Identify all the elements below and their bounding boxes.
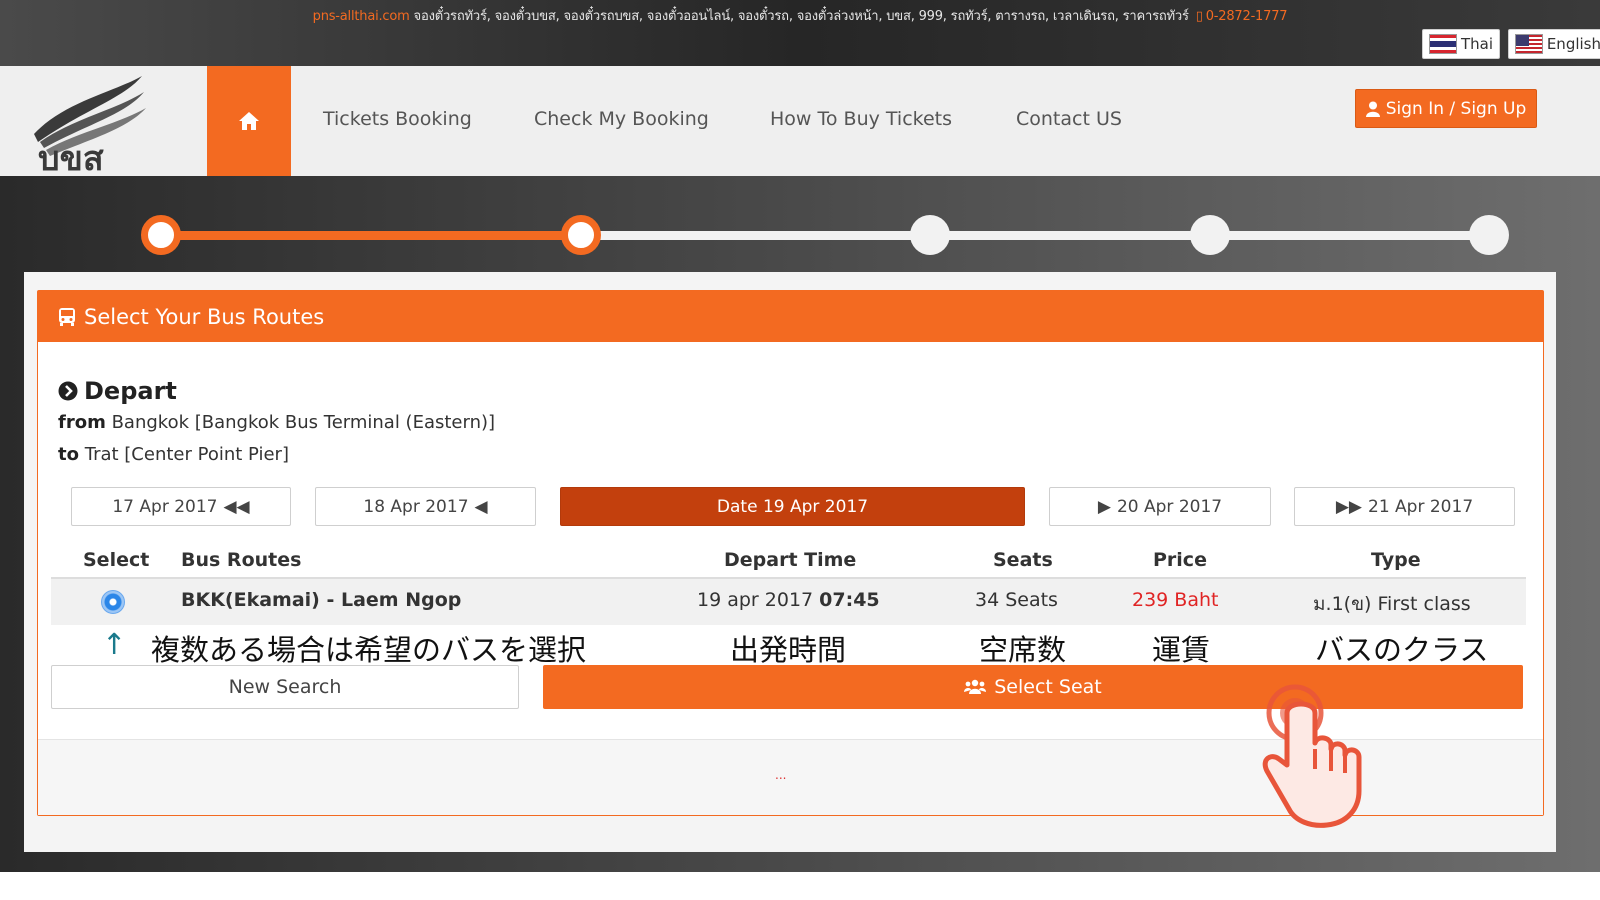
seats-available: 34 Seats [975, 589, 1058, 611]
from-label: from [58, 412, 106, 433]
to-value: Trat [Center Point Pier] [84, 444, 289, 465]
annotation-seats: 空席数 [979, 633, 1067, 667]
site-link[interactable]: pns-allthai.com [313, 9, 410, 24]
card-title: Select Your Bus Routes [84, 304, 325, 329]
date-prev-2-label: 17 Apr 2017 [112, 496, 218, 517]
route-radio[interactable] [101, 590, 125, 614]
date-prev-1-label: 18 Apr 2017 [363, 496, 469, 517]
tagline: จองตั๋วรถทัวร์, จองตั๋วบขส, จองตั๋วรถบขส… [413, 9, 1189, 24]
home-button[interactable] [207, 66, 291, 176]
annotation-time: 出発時間 [730, 633, 847, 667]
progress-step-4 [1190, 215, 1230, 255]
from-line: from Bangkok [Bangkok Bus Terminal (East… [58, 412, 495, 433]
sign-in-button[interactable]: Sign In / Sign Up [1355, 89, 1537, 128]
lang-english-button[interactable]: English [1508, 29, 1600, 59]
lang-thai-label: Thai [1460, 35, 1493, 53]
header-seats: Seats [993, 549, 1053, 571]
top-bar: pns-allthai.com จองตั๋วรถทัวร์, จองตั๋วบ… [0, 0, 1600, 66]
to-label: to [58, 444, 79, 465]
annotation-price: 運賃 [1152, 633, 1211, 667]
to-line: to Trat [Center Point Pier] [58, 444, 289, 465]
loading-dots: ... [775, 768, 787, 782]
header-price: Price [1153, 549, 1207, 571]
top-bar-text: pns-allthai.com จองตั๋วรถทัวร์, จองตั๋วบ… [0, 5, 1600, 26]
thai-flag-icon [1429, 34, 1457, 54]
lang-english-label: English [1546, 35, 1600, 53]
date-next-1-button[interactable]: ▶ 20 Apr 2017 [1049, 487, 1271, 526]
depart-heading: Depart [58, 377, 177, 405]
user-icon [1365, 101, 1380, 117]
logo-text: บขส [38, 139, 104, 172]
phone-icon: ▯ [1195, 9, 1203, 24]
progress-line-pending [580, 231, 1490, 240]
chevron-circle-right-icon [58, 381, 78, 401]
progress-line-done [160, 231, 580, 240]
nav-check-my-booking[interactable]: Check My Booking [534, 108, 709, 130]
caret-right-icon: ▶ [1097, 496, 1111, 517]
annotation-select: 複数ある場合は希望のバスを選択 [151, 633, 587, 667]
new-search-button[interactable]: New Search [51, 665, 519, 709]
double-caret-right-icon: ▶▶ [1335, 496, 1363, 517]
depart-datetime: 19 apr 2017 07:45 [697, 589, 880, 611]
pointing-hand-icon [1262, 684, 1362, 828]
from-value: Bangkok [Bangkok Bus Terminal (Eastern)] [111, 412, 496, 433]
header-depart-time: Depart Time [724, 549, 857, 571]
bus-icon [59, 307, 75, 326]
double-caret-left-icon: ◀◀ [223, 496, 250, 517]
lang-thai-button[interactable]: Thai [1422, 29, 1500, 59]
depart-title: Depart [84, 377, 177, 405]
date-prev-2-button[interactable]: 17 Apr 2017 ◀◀ [71, 487, 291, 526]
card-header: Select Your Bus Routes [38, 291, 1543, 342]
date-current-button[interactable]: Date 19 Apr 2017 [560, 487, 1025, 526]
main-navbar: บขส Tickets Booking Check My Booking How… [0, 66, 1600, 179]
nav-contact-us[interactable]: Contact US [1016, 108, 1122, 130]
select-seat-label: Select Seat [994, 676, 1102, 698]
us-flag-icon [1515, 34, 1543, 54]
header-bus-routes: Bus Routes [181, 549, 302, 571]
date-next-2-label: 21 Apr 2017 [1368, 496, 1474, 517]
progress-step-5 [1469, 215, 1509, 255]
bus-type: ม.1(ข) First class [1313, 593, 1471, 615]
new-search-label: New Search [228, 676, 342, 698]
brand-logo[interactable]: บขส [24, 72, 154, 179]
home-icon [239, 112, 259, 130]
date-next-1-label: 20 Apr 2017 [1116, 496, 1223, 517]
date-current-label: Date 19 Apr 2017 [716, 496, 869, 517]
sign-in-label: Sign In / Sign Up [1385, 98, 1527, 119]
route-name: BKK(Ekamai) - Laem Ngop [181, 589, 462, 611]
header-select: Select [83, 549, 150, 571]
phone-number[interactable]: 0-2872-1777 [1206, 9, 1288, 24]
depart-date: 19 apr 2017 [697, 589, 814, 611]
progress-step-3 [910, 215, 950, 255]
header-type: Type [1371, 549, 1421, 571]
annotation-type: バスのクラス [1315, 633, 1489, 667]
caret-left-icon: ◀ [474, 496, 488, 517]
date-prev-1-button[interactable]: 18 Apr 2017 ◀ [315, 487, 536, 526]
progress-step-1 [141, 215, 181, 255]
table-row[interactable]: BKK(Ekamai) - Laem Ngop 19 apr 2017 07:4… [51, 579, 1526, 625]
date-next-2-button[interactable]: ▶▶ 21 Apr 2017 [1294, 487, 1515, 526]
depart-time: 07:45 [819, 589, 880, 611]
select-seat-button[interactable]: Select Seat [543, 665, 1523, 709]
logo-swoosh-icon: บขส [34, 76, 146, 179]
progress-step-2 [561, 215, 601, 255]
price-value: 239 Baht [1132, 589, 1219, 611]
nav-tickets-booking[interactable]: Tickets Booking [323, 108, 472, 130]
users-icon [964, 679, 987, 694]
annotation-arrow: ↑ [102, 627, 127, 661]
nav-how-to-buy[interactable]: How To Buy Tickets [770, 108, 952, 130]
